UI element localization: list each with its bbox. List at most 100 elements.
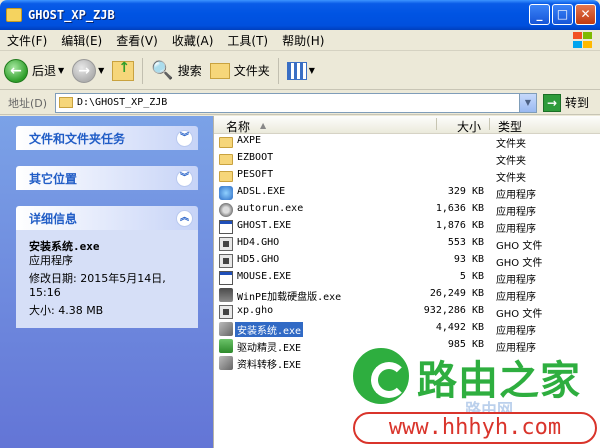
toolbar-separator — [277, 57, 279, 84]
file-name[interactable]: WinPE加载硬盘版.exe — [235, 288, 343, 303]
windows-logo-icon — [572, 31, 594, 49]
up-folder-button[interactable]: ↑ — [108, 55, 138, 87]
chevron-down-icon[interactable]: ▼ — [519, 93, 536, 112]
file-row[interactable]: AXPE 文件夹 — [214, 134, 600, 151]
chevron-down-icon[interactable]: ▼ — [309, 66, 315, 75]
folders-button[interactable]: 文件夹 — [206, 55, 274, 87]
menu-tools[interactable]: 工具(T) — [220, 32, 275, 49]
column-type[interactable]: 类型 — [498, 118, 522, 135]
file-tasks-panel: 文件和文件夹任务 ︾ — [16, 126, 198, 150]
app-icon — [219, 186, 233, 200]
file-name[interactable]: 驱动精灵.EXE — [235, 339, 303, 354]
folder-icon — [59, 97, 73, 108]
gho-icon — [219, 305, 233, 319]
search-icon: 🔍 — [151, 60, 174, 81]
chevron-down-icon[interactable]: ▼ — [58, 66, 64, 75]
chevron-up-icon[interactable]: ︽ — [176, 209, 193, 227]
column-divider[interactable] — [436, 118, 437, 130]
window-title: GHOST_XP_ZJB — [28, 8, 115, 22]
file-name[interactable]: ADSL.EXE — [235, 186, 287, 197]
file-name[interactable]: xp.gho — [235, 305, 275, 316]
column-size[interactable]: 大小 — [457, 118, 481, 135]
address-label: 地址(D) — [8, 96, 48, 110]
address-bar: 地址(D) D:\GHOST_XP_ZJB ▼ → 转到 — [0, 91, 600, 115]
column-divider[interactable] — [489, 118, 490, 130]
disk-icon — [219, 356, 233, 370]
file-row[interactable]: MOUSE.EXE 5 KB 应用程序 — [214, 270, 600, 287]
file-type: 文件夹 — [496, 139, 526, 150]
gho-icon — [219, 237, 233, 251]
folder-icon — [219, 171, 233, 182]
exe-icon — [219, 220, 233, 234]
other-places-header[interactable]: 其它位置 ︾ — [16, 166, 198, 190]
chevron-down-icon[interactable]: ︾ — [176, 169, 193, 187]
gho-icon — [219, 254, 233, 268]
file-name[interactable]: 安装系统.exe — [235, 322, 304, 337]
file-row[interactable]: autorun.exe 1,636 KB 应用程序 — [214, 202, 600, 219]
file-name[interactable]: GHOST.EXE — [235, 220, 293, 231]
menu-file[interactable]: 文件(F) — [0, 32, 54, 49]
file-row[interactable]: GHOST.EXE 1,876 KB 应用程序 — [214, 219, 600, 236]
file-type: 应用程序 — [496, 190, 536, 201]
details-panel: 详细信息 ︽ 安装系统.exe 应用程序 修改日期: 2015年5月14日, 1… — [16, 206, 198, 328]
file-type: GHO 文件 — [496, 258, 543, 269]
file-name[interactable]: PESOFT — [235, 169, 275, 180]
up-folder-icon: ↑ — [112, 60, 135, 81]
close-button[interactable]: ✕ — [575, 4, 596, 25]
file-name[interactable]: EZBOOT — [235, 152, 275, 163]
forward-arrow-icon: → — [72, 58, 97, 83]
file-row[interactable]: ADSL.EXE 329 KB 应用程序 — [214, 185, 600, 202]
title-bar: GHOST_XP_ZJB _ □ ✕ — [0, 0, 600, 30]
minimize-button[interactable]: _ — [529, 4, 550, 25]
views-button[interactable]: ▼ — [283, 55, 319, 87]
forward-button[interactable]: → ▼ — [68, 55, 108, 87]
folders-label: 文件夹 — [233, 64, 270, 78]
file-row[interactable]: 安装系统.exe 4,492 KB 应用程序 — [214, 321, 600, 338]
file-row[interactable]: xp.gho 932,286 KB GHO 文件 — [214, 304, 600, 321]
file-name[interactable]: HD4.GHO — [235, 237, 281, 248]
file-name[interactable]: AXPE — [235, 135, 263, 146]
address-input[interactable]: D:\GHOST_XP_ZJB ▼ — [55, 92, 537, 113]
maximize-button[interactable]: □ — [552, 4, 573, 25]
column-name[interactable]: 名称 — [226, 118, 250, 135]
file-size: 1,636 KB — [435, 203, 484, 214]
menu-edit[interactable]: 编辑(E) — [54, 32, 109, 49]
file-row[interactable]: PESOFT 文件夹 — [214, 168, 600, 185]
watermark: 路由之家 路由网 www.hhhyh.com — [345, 340, 600, 448]
file-size: 1,876 KB — [435, 220, 484, 231]
chevron-down-icon[interactable]: ︾ — [176, 129, 193, 147]
toolbar-separator — [142, 57, 144, 84]
file-type: 应用程序 — [496, 326, 536, 337]
file-name[interactable]: HD5.GHO — [235, 254, 281, 265]
file-name[interactable]: autorun.exe — [235, 203, 305, 214]
file-name[interactable]: 资料转移.EXE — [235, 356, 303, 371]
menu-help[interactable]: 帮助(H) — [275, 32, 331, 49]
go-button[interactable]: → 转到 — [543, 93, 589, 112]
file-row[interactable]: HD4.GHO 553 KB GHO 文件 — [214, 236, 600, 253]
search-label: 搜索 — [177, 64, 202, 78]
file-type: 应用程序 — [496, 275, 536, 286]
disk-icon — [219, 322, 233, 336]
other-places-title: 其它位置 — [29, 171, 78, 186]
gear-icon — [219, 203, 233, 217]
details-header[interactable]: 详细信息 ︽ — [16, 206, 198, 230]
menu-view[interactable]: 查看(V) — [109, 32, 165, 49]
file-type: 文件夹 — [496, 156, 526, 167]
folder-icon — [6, 8, 22, 22]
back-label: 后退 — [32, 64, 57, 78]
file-row[interactable]: EZBOOT 文件夹 — [214, 151, 600, 168]
file-row[interactable]: WinPE加载硬盘版.exe 26,249 KB 应用程序 — [214, 287, 600, 304]
menu-favorites[interactable]: 收藏(A) — [165, 32, 221, 49]
file-name[interactable]: MOUSE.EXE — [235, 271, 293, 282]
details-size: 大小: 4.38 MB — [29, 304, 104, 317]
file-tasks-header[interactable]: 文件和文件夹任务 ︾ — [16, 126, 198, 150]
details-modified: 修改日期: 2015年5月14日, 15:16 — [29, 272, 166, 299]
back-button[interactable]: ← 后退 ▼ — [0, 55, 68, 87]
file-size: 329 KB — [447, 186, 484, 197]
file-row[interactable]: HD5.GHO 93 KB GHO 文件 — [214, 253, 600, 270]
chevron-down-icon[interactable]: ▼ — [98, 66, 104, 75]
search-button[interactable]: 🔍 搜索 — [147, 55, 205, 87]
file-size: 93 KB — [453, 254, 484, 265]
file-size: 26,249 KB — [429, 288, 484, 299]
file-type: 文件夹 — [496, 173, 526, 184]
